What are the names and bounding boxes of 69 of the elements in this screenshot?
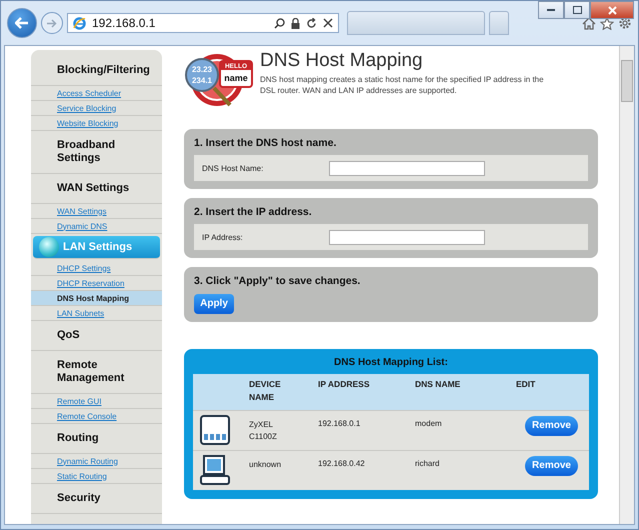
sidebar-link[interactable]: DNS Host Mapping <box>31 291 162 306</box>
settings-icon[interactable] <box>618 16 632 30</box>
section-title: LAN Settings <box>63 240 132 254</box>
close-window-button[interactable] <box>590 1 634 19</box>
input-field[interactable] <box>329 160 485 176</box>
sidebar-link[interactable]: Access Scheduler <box>31 86 162 101</box>
sidebar-section[interactable]: Routing <box>31 424 162 454</box>
column-header: EDIT <box>516 374 589 410</box>
page-title: DNS Host Mapping <box>260 50 424 72</box>
sidebar-link[interactable]: Remote GUI <box>31 394 162 409</box>
column-header: IP ADDRESS <box>318 374 415 410</box>
sidebar-section[interactable]: Broadband Settings <box>31 131 162 174</box>
column-header: DNS NAME <box>415 374 516 410</box>
minimize-button[interactable] <box>538 1 564 19</box>
remove-button[interactable]: Remove <box>525 456 578 476</box>
table-cell: modem <box>415 410 516 450</box>
back-button[interactable] <box>7 8 37 38</box>
table-cell: 192.168.0.1 <box>318 410 415 450</box>
forward-arrow-icon <box>47 18 57 28</box>
lock-icon[interactable] <box>291 18 300 28</box>
field-label: IP Address: <box>202 232 244 242</box>
sidebar-link[interactable]: DHCP Settings <box>31 261 162 276</box>
close-icon[interactable] <box>323 18 333 28</box>
sidebar-link[interactable]: Static Routing <box>31 469 162 484</box>
sidebar-section[interactable]: Remote Management <box>31 351 162 394</box>
minimize-icon <box>547 8 555 12</box>
sidebar-section[interactable]: Blocking/Filtering <box>31 56 162 86</box>
modem-icon <box>200 415 230 446</box>
table-cell: richard <box>415 450 516 490</box>
back-arrow-icon <box>15 17 29 29</box>
computer-icon <box>200 455 230 486</box>
apply-button[interactable]: Apply <box>194 294 234 314</box>
step-title: 3. Click "Apply" to save changes. <box>194 275 362 287</box>
orb-icon <box>39 237 59 257</box>
sidebar-section[interactable]: Security <box>31 484 162 514</box>
input-field[interactable] <box>329 230 485 244</box>
sidebar-link[interactable]: LAN Subnets <box>31 306 162 321</box>
home-icon[interactable] <box>582 16 596 30</box>
table-cell: 192.168.0.42 <box>318 450 415 490</box>
sidebar-section[interactable]: LAN Settings <box>33 236 160 259</box>
page-description: DNS host mapping creates a static host name for the specified IP address in the DSL router. WAN and LAN IP addresses are supported. <box>260 75 545 97</box>
sidebar-section[interactable]: WAN Settings <box>31 174 162 204</box>
scroll-thumb[interactable] <box>621 60 633 102</box>
step-title: 1. Insert the DNS host name. <box>194 137 338 149</box>
sidebar-link[interactable]: Dynamic Routing <box>31 454 162 469</box>
table-cell: unknown <box>249 450 318 490</box>
sidebar-link[interactable]: WAN Settings <box>31 204 162 219</box>
refresh-icon[interactable] <box>306 18 317 28</box>
table-cell: ZyXEL C1100Z <box>249 410 318 450</box>
sidebar-link[interactable]: Service Blocking <box>31 101 162 116</box>
address-bar[interactable]: 192.168.0.1 <box>67 13 339 33</box>
star-icon[interactable] <box>600 16 614 30</box>
sidebar-link[interactable]: Website Blocking <box>31 116 162 131</box>
address-text: 192.168.0.1 <box>92 16 156 30</box>
sidebar-link[interactable]: Remote Console <box>31 409 162 424</box>
field-label: DNS Host Name: <box>202 164 264 172</box>
sidebar-section[interactable]: QoS <box>31 321 162 351</box>
sidebar-link[interactable]: Dynamic DNS <box>31 219 162 234</box>
close-icon <box>608 6 616 14</box>
column-header: DEVICE NAME <box>249 374 318 410</box>
maximize-button[interactable] <box>564 1 590 19</box>
browser-logo-icon <box>73 16 86 30</box>
remove-button[interactable]: Remove <box>525 416 578 436</box>
header-cell <box>193 374 249 410</box>
step-title: 2. Insert the IP address. <box>194 206 313 218</box>
scrollbar[interactable] <box>619 46 634 524</box>
search-icon[interactable] <box>274 18 285 28</box>
list-title: DNS Host Mapping List: <box>333 356 449 370</box>
maximize-icon <box>572 6 582 14</box>
